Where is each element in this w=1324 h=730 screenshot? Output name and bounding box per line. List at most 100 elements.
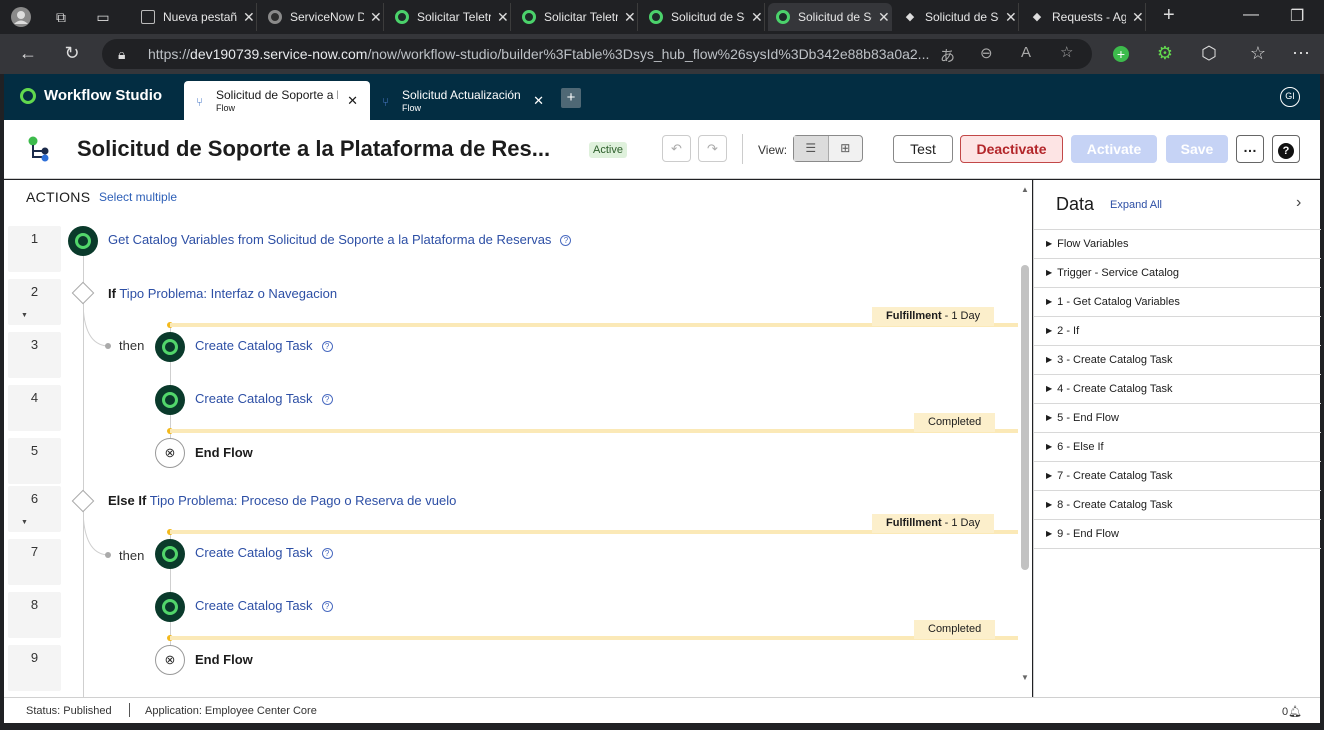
help-icon[interactable]: ? <box>321 341 333 352</box>
expand-caret-icon[interactable]: ▶ <box>1046 471 1052 480</box>
close-tab-icon[interactable]: ✕ <box>497 9 509 26</box>
lock-icon[interactable]: 🔒︎ <box>118 39 125 69</box>
close-tab-icon[interactable]: ✕ <box>347 93 358 109</box>
undo-button[interactable]: ↶ <box>662 135 691 162</box>
expand-caret-icon[interactable]: ▶ <box>1046 529 1052 538</box>
deactivate-button[interactable]: Deactivate <box>960 135 1063 163</box>
step-3-link[interactable]: Create Catalog Task? <box>195 338 333 353</box>
end-flow-icon[interactable]: ⊗ <box>155 438 185 468</box>
minimize-icon[interactable]: — <box>1243 6 1259 24</box>
data-pill-item[interactable]: ▶ 4 - Create Catalog Task <box>1034 374 1321 403</box>
notifications[interactable]: 0🔔︎ <box>1282 705 1302 718</box>
row-number[interactable]: 1 <box>8 226 61 272</box>
workflow-studio-logo[interactable]: Workflow Studio <box>20 87 162 104</box>
if-condition[interactable]: If Tipo Problema: Interfaz o Navegacion <box>108 286 337 301</box>
tab-actions-icon[interactable]: ▭ <box>92 6 114 28</box>
action-step-icon[interactable] <box>155 385 185 415</box>
app-tab-update-flow[interactable]: ⑂ Solicitud Actualización de Datos Flow … <box>370 81 556 120</box>
browser-tab[interactable]: Solicitud de Soporte ✕ <box>641 3 765 31</box>
data-pill-item[interactable]: ▶ 1 - Get Catalog Variables <box>1034 287 1321 316</box>
data-pill-item[interactable]: ▶ 3 - Create Catalog Task <box>1034 345 1321 374</box>
add-tab-button[interactable]: + <box>561 88 581 108</box>
read-aloud-icon[interactable]: A <box>1021 44 1031 61</box>
step-4-link[interactable]: Create Catalog Task? <box>195 391 333 406</box>
action-step-icon[interactable] <box>155 592 185 622</box>
row-number[interactable]: 9 <box>8 645 61 691</box>
diagram-view-icon[interactable]: ⊞ <box>829 136 863 161</box>
data-pill-item[interactable]: ▶ 7 - Create Catalog Task <box>1034 461 1321 490</box>
extension-gear-icon[interactable]: ⚙ <box>1153 43 1177 64</box>
data-pill-item[interactable]: ▶ Flow Variables <box>1034 229 1321 258</box>
refresh-icon[interactable]: ↻ <box>60 43 84 64</box>
data-pill-item[interactable]: ▶ 9 - End Flow <box>1034 519 1321 548</box>
close-tab-icon[interactable]: ✕ <box>624 9 636 26</box>
step-9-end-flow[interactable]: End Flow <box>195 652 253 667</box>
browser-tab[interactable]: Nueva pestaña ✕ <box>133 3 257 31</box>
row-number[interactable]: 8 <box>8 592 61 638</box>
step-5-end-flow[interactable]: End Flow <box>195 445 253 460</box>
expand-caret-icon[interactable]: ▶ <box>1046 355 1052 364</box>
browser-tab[interactable]: Solicitar Teletrabajo ✕ <box>514 3 638 31</box>
help-icon[interactable]: ? <box>321 394 333 405</box>
data-pill-item[interactable]: ▶ 6 - Else If <box>1034 432 1321 461</box>
save-button[interactable]: Save <box>1166 135 1228 163</box>
close-tab-icon[interactable]: ✕ <box>243 9 255 26</box>
close-tab-icon[interactable]: ✕ <box>1132 9 1144 26</box>
scrollbar[interactable]: ▲ ▼ <box>1020 185 1030 685</box>
activate-button[interactable]: Activate <box>1071 135 1157 163</box>
browser-menu-icon[interactable]: ⋯ <box>1289 43 1313 64</box>
help-icon[interactable]: ? <box>321 601 333 612</box>
expand-all-link[interactable]: Expand All <box>1110 199 1162 211</box>
end-flow-icon[interactable]: ⊗ <box>155 645 185 675</box>
browser-tab[interactable]: Solicitud de Soporte ✕ <box>768 3 892 31</box>
test-button[interactable]: Test <box>893 135 953 163</box>
expand-caret-icon[interactable]: ▶ <box>1046 384 1052 393</box>
expand-caret-icon[interactable]: ▶ <box>1046 500 1052 509</box>
collapse-caret-icon[interactable]: ▼ <box>21 312 28 319</box>
profile-icon[interactable] <box>10 6 32 28</box>
row-number[interactable]: 2 ▼ <box>8 279 61 325</box>
user-avatar[interactable]: GI <box>1280 87 1300 107</box>
extension-plus-icon[interactable]: + <box>1109 43 1133 64</box>
data-pill-item[interactable]: ▶ 2 - If <box>1034 316 1321 345</box>
back-icon[interactable]: ← <box>16 43 40 64</box>
action-step-icon[interactable] <box>68 226 98 256</box>
step-1-link[interactable]: Get Catalog Variables from Solicitud de … <box>108 232 572 247</box>
close-tab-icon[interactable]: ✕ <box>1005 9 1017 26</box>
zoom-icon[interactable]: ⊖ <box>980 44 993 62</box>
browser-tab[interactable]: ◆ Requests - Agent ✕ <box>1022 3 1146 31</box>
translate-icon[interactable]: あ <box>940 45 955 66</box>
select-multiple-link[interactable]: Select multiple <box>99 190 177 204</box>
help-icon[interactable]: ? <box>560 235 572 246</box>
close-tab-icon[interactable]: ✕ <box>533 93 544 109</box>
scrollbar-thumb[interactable] <box>1021 265 1029 570</box>
scroll-down-icon[interactable]: ▼ <box>1020 673 1030 682</box>
action-step-icon[interactable] <box>155 332 185 362</box>
more-options-button[interactable]: … <box>1236 135 1264 163</box>
browser-tab[interactable]: Solicitar Teletrabajo ✕ <box>387 3 511 31</box>
restore-icon[interactable]: ❐ <box>1290 6 1304 26</box>
list-view-icon[interactable]: ☰ <box>794 136 829 161</box>
help-icon[interactable]: ? <box>321 548 333 559</box>
expand-caret-icon[interactable]: ▶ <box>1046 239 1052 248</box>
new-tab-icon[interactable]: + <box>1163 4 1175 27</box>
close-tab-icon[interactable]: ✕ <box>751 9 763 26</box>
expand-caret-icon[interactable]: ▶ <box>1046 297 1052 306</box>
collections-icon[interactable]: ☆ <box>1246 43 1270 64</box>
data-pill-item[interactable]: ▶ 8 - Create Catalog Task <box>1034 490 1321 519</box>
help-button[interactable]: ? <box>1272 135 1300 163</box>
close-tab-icon[interactable]: ✕ <box>370 9 382 26</box>
expand-caret-icon[interactable]: ▶ <box>1046 268 1052 277</box>
expand-caret-icon[interactable]: ▶ <box>1046 442 1052 451</box>
row-number[interactable]: 7 <box>8 539 61 585</box>
app-tab-support-flow[interactable]: ⑂ Solicitud de Soporte a la Plataforma d… <box>184 81 370 120</box>
row-number[interactable]: 5 <box>8 438 61 484</box>
action-step-icon[interactable] <box>155 539 185 569</box>
else-if-condition[interactable]: Else If Tipo Problema: Proceso de Pago o… <box>108 493 456 508</box>
view-toggle[interactable]: ☰ ⊞ <box>793 135 863 162</box>
data-pill-item[interactable]: ▶ 5 - End Flow <box>1034 403 1321 432</box>
scroll-up-icon[interactable]: ▲ <box>1020 185 1030 194</box>
extensions-icon[interactable]: ⬡ <box>1197 43 1221 64</box>
redo-button[interactable]: ↷ <box>698 135 727 162</box>
step-7-link[interactable]: Create Catalog Task? <box>195 545 333 560</box>
